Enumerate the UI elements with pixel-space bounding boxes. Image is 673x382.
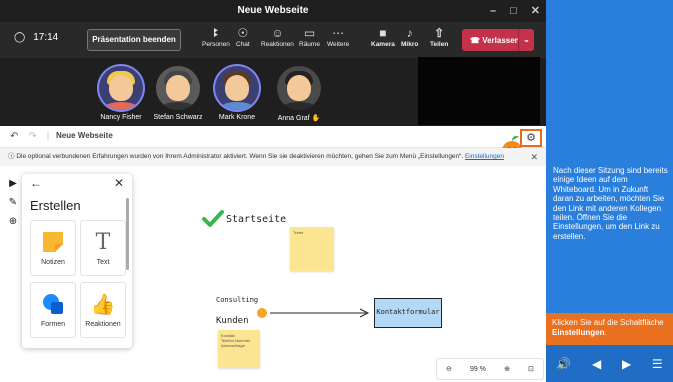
meeting-time: 17:14: [33, 32, 59, 43]
info-icon: ⓘ: [8, 153, 15, 160]
whiteboard-title: Neue Webseite: [56, 131, 113, 140]
settings-button[interactable]: ⚙: [520, 129, 542, 147]
people-button[interactable]: ꔪ Personen: [202, 25, 230, 48]
zoom-out-icon[interactable]: ⊖: [446, 365, 452, 373]
camera-button[interactable]: ■ Kamera: [371, 25, 395, 48]
settings-link[interactable]: Einstellungen: [465, 153, 504, 160]
tutorial-sidebar: Nach dieser Sitzung sind bereits einige …: [546, 0, 673, 382]
avatar: [215, 66, 259, 110]
hand-raise-icon: ✋: [311, 115, 321, 122]
tutorial-text: Nach dieser Sitzung sind bereits einige …: [553, 166, 668, 241]
fit-screen-icon[interactable]: ⊡: [528, 365, 534, 373]
leave-button[interactable]: ☎ Verlassen ⌄: [462, 29, 534, 51]
whiteboard-nav: ↶ ↷ |: [10, 131, 49, 142]
window-title: Neue Webseite: [237, 5, 309, 16]
minimize-button[interactable]: –: [490, 0, 496, 22]
zoom-controls: ⊖ 99 % ⊕ ⊡: [436, 358, 544, 380]
chat-icon: ☉: [237, 26, 249, 40]
share-icon: ⇧: [434, 26, 445, 40]
meeting-timer: ◯ 17:14: [14, 32, 58, 43]
teams-meeting-window: Neue Webseite – □ ✕ ◯ 17:14 Präsentation…: [0, 0, 546, 382]
share-button[interactable]: ⇧ Teilen: [430, 25, 448, 48]
gear-icon: ⚙: [526, 132, 536, 144]
back-arrow-icon[interactable]: ←: [30, 176, 42, 190]
zoom-in-icon[interactable]: ⊕: [504, 365, 510, 373]
avatar: [277, 66, 321, 110]
reactions-icon: ☺: [271, 26, 284, 40]
participant-tile[interactable]: Stefan Schwarz: [145, 66, 211, 121]
more-button[interactable]: ⋯ Weitere: [327, 25, 349, 48]
people-icon: ꔪ: [213, 26, 219, 40]
leave-label: ☎ Verlassen: [470, 35, 520, 45]
startseite-label[interactable]: Startseite: [226, 214, 286, 225]
undo-icon[interactable]: ↶: [10, 131, 18, 142]
tile-reactions[interactable]: 👍 Reaktionen: [80, 282, 126, 338]
shield-icon: ◯: [14, 32, 26, 43]
meeting-toolbar: ◯ 17:14 Präsentation beenden ꔪ Personen ☉…: [0, 22, 546, 58]
contact-form-shape[interactable]: Kontaktformular: [374, 298, 442, 328]
panel-title: Erstellen: [30, 198, 81, 213]
avatar: [156, 66, 200, 110]
divider: |: [46, 131, 50, 142]
checkmark-icon: [202, 210, 224, 227]
info-banner: ⓘ Die optional verbundenen Erfahrungen w…: [0, 148, 546, 166]
shapes-icon: [43, 294, 63, 314]
tile-notes[interactable]: Notizen: [30, 220, 76, 276]
tutorial-action: Klicken Sie auf die Schaltfläche Einstel…: [546, 313, 673, 345]
participant-name: Stefan Schwarz: [153, 114, 203, 121]
connector-arrow[interactable]: [256, 306, 374, 320]
participant-tile[interactable]: Anna Graf ✋: [266, 66, 332, 122]
thumbs-up-icon: 👍: [90, 293, 116, 316]
participant-tile[interactable]: Mark Krone: [204, 66, 270, 121]
info-text: Die optional verbundenen Erfahrungen wur…: [16, 153, 464, 160]
text-icon: T: [95, 229, 111, 255]
sticky-note[interactable]: Kontakt Telefon Nummer Adressefrage: [218, 330, 260, 368]
close-banner-icon[interactable]: ✕: [530, 148, 538, 166]
previous-icon[interactable]: ◀: [592, 357, 601, 371]
maximize-button[interactable]: □: [510, 0, 517, 22]
consulting-label[interactable]: Consulting: [216, 296, 258, 304]
camera-icon: ■: [379, 26, 387, 40]
add-icon[interactable]: ⊕: [9, 216, 17, 227]
chat-button[interactable]: ☉ Chat: [236, 25, 250, 48]
select-icon[interactable]: ▶: [9, 178, 17, 189]
tool-rail: ▶ ✎ ⊕: [4, 178, 22, 258]
panel-scrollbar[interactable]: [126, 198, 129, 270]
menu-icon[interactable]: ☰: [652, 357, 663, 371]
participant-name: Anna Graf ✋: [277, 115, 321, 122]
kunden-label[interactable]: Kunden: [216, 316, 249, 326]
rooms-button[interactable]: ▭ Räume: [299, 25, 320, 48]
whiteboard: ↶ ↷ | Neue Webseite ⚙ ⓘ Die optional ver…: [0, 126, 546, 382]
redo-icon[interactable]: ↷: [28, 131, 36, 142]
close-window-button[interactable]: ✕: [531, 0, 540, 22]
window-titlebar: Neue Webseite – □ ✕: [0, 0, 546, 22]
create-panel: ← ✕ Erstellen Notizen T Text Formen 👍 Re…: [22, 174, 132, 348]
tile-text[interactable]: T Text: [80, 220, 126, 276]
chevron-down-icon[interactable]: ⌄: [518, 29, 534, 51]
sticky-note-icon: [43, 232, 63, 252]
rooms-icon: ▭: [303, 26, 316, 40]
participant-name: Mark Krone: [218, 114, 256, 121]
reactions-button[interactable]: ☺ Reaktionen: [261, 25, 294, 48]
next-icon[interactable]: ▶: [622, 357, 631, 371]
participant-name: Nancy Fisher: [100, 114, 142, 121]
audio-icon[interactable]: 🔊: [556, 357, 571, 371]
whiteboard-header: ↶ ↷ | Neue Webseite ⚙: [0, 126, 546, 161]
self-video-preview: [418, 57, 540, 125]
screen: Neue Webseite – □ ✕ ◯ 17:14 Präsentation…: [0, 0, 673, 382]
close-panel-icon[interactable]: ✕: [114, 176, 124, 190]
avatar: [99, 66, 143, 110]
sticky-note[interactable]: Treter: [290, 227, 334, 271]
zoom-level: 99 %: [470, 365, 486, 373]
stop-presenting-button[interactable]: Präsentation beenden: [87, 29, 181, 51]
more-icon: ⋯: [332, 26, 345, 40]
mic-button[interactable]: ♪ Mikro: [401, 25, 418, 48]
tutorial-controls: 🔊 ◀ ▶ ☰: [546, 345, 673, 382]
pen-icon[interactable]: ✎: [9, 197, 17, 208]
mic-icon: ♪: [406, 26, 413, 40]
tile-shapes[interactable]: Formen: [30, 282, 76, 338]
window-controls: – □ ✕: [490, 0, 540, 22]
